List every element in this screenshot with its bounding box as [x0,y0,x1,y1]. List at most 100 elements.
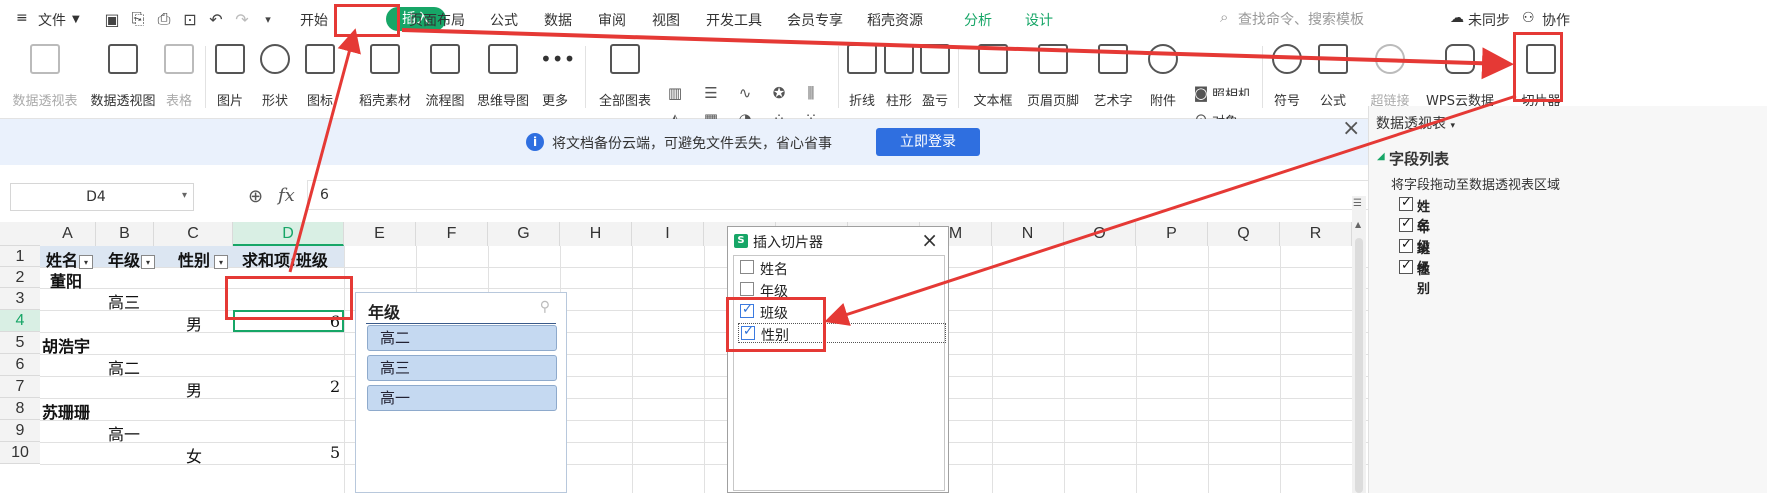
checkbox-checked[interactable] [1399,195,1413,211]
print-icon[interactable]: ⎙ [154,9,174,29]
quick-access-more-icon[interactable]: ▾ [258,9,278,29]
slicer-item[interactable]: 高二 [367,325,557,351]
column-header[interactable]: C [154,222,233,246]
row-header[interactable]: 8 [0,398,40,420]
stock-chart-icon[interactable]: ⫼ [800,84,822,102]
textbox-button[interactable]: 文本框 [973,44,1013,109]
column-header[interactable]: O [1064,222,1136,246]
icon-library-button[interactable]: 图标 [305,44,335,109]
tab-developer[interactable]: 开发工具 [706,10,762,30]
login-now-button[interactable]: 立即登录 [876,128,980,156]
name-box[interactable]: D4 ▾ [10,183,194,211]
tab-view[interactable]: 视图 [652,10,680,30]
cell-a5[interactable]: 胡浩宇 [42,333,90,357]
active-cell-d4[interactable]: 6 [233,310,344,332]
column-header[interactable]: I [632,222,704,246]
function-icon[interactable]: fx [278,185,295,206]
zoom-icon[interactable]: ⊕ [248,186,263,207]
radar-chart-icon[interactable]: ✪ [768,84,790,102]
sync-status[interactable]: 未同步 [1468,10,1510,30]
checkbox-checked[interactable] [1399,237,1413,253]
tab-review[interactable]: 审阅 [598,10,626,30]
mindmap-button[interactable]: 思维导图 [477,44,529,109]
row-header[interactable]: 2 [0,267,40,288]
checkbox-checked[interactable] [1399,216,1413,232]
picture-button[interactable]: 图片 [215,44,245,109]
sparkline-winloss-button[interactable]: 盈亏 [920,44,950,109]
attachment-button[interactable]: 附件 [1148,44,1178,109]
wordart-button[interactable]: 艺术字 [1093,44,1133,109]
cloud-sync-icon[interactable]: ☁ [1450,10,1464,26]
column-header[interactable]: H [560,222,632,246]
daoke-material-button[interactable]: 稻壳素材 [359,44,411,109]
field-option-gender[interactable]: 性别 [738,323,946,344]
collab-label[interactable]: 协作 [1542,10,1570,30]
checkbox-checked[interactable] [740,302,754,318]
line-chart-icon[interactable]: ∿ [734,84,756,102]
row-header[interactable]: 7 [0,376,40,398]
close-icon[interactable]: × [921,228,938,252]
cell-b3[interactable]: 高三 [108,289,140,313]
tab-data[interactable]: 数据 [544,10,572,30]
flowchart-button[interactable]: 流程图 [425,44,465,109]
column-header[interactable]: Q [1208,222,1280,246]
filter-dropdown-icon[interactable]: ▾ [79,254,94,269]
column-header[interactable]: E [344,222,416,246]
hyperlink-button[interactable]: 超链接 [1370,44,1410,109]
cell-b9[interactable]: 高一 [108,421,140,445]
sparkline-column-button[interactable]: 柱形 [884,44,914,109]
tab-design[interactable]: 设计 [1025,10,1053,30]
filter-dropdown-icon[interactable]: ▾ [141,254,156,269]
cell-d7[interactable]: 2 [330,377,340,396]
column-header-selected[interactable]: D [233,222,344,246]
filter-dropdown-icon[interactable]: ▾ [214,254,229,269]
row-header-selected[interactable]: 4 [0,310,40,332]
scroll-thumb[interactable] [1355,238,1363,493]
tab-formulas[interactable]: 公式 [490,10,518,30]
slicer-button[interactable]: 切片器 [1521,44,1561,109]
cell-d10[interactable]: 5 [330,443,340,462]
pivot-chart-button[interactable]: 数据透视图 [90,44,156,109]
slicer-item[interactable]: 高三 [367,355,557,381]
equation-button[interactable]: 公式 [1318,44,1348,109]
vertical-scrollbar[interactable]: ☰ ▲ [1352,196,1366,493]
table-button[interactable]: 表格 [164,44,194,109]
checkbox[interactable] [740,282,754,296]
field-option-name[interactable]: 姓名 [738,258,943,278]
all-charts-button[interactable]: 全部图表 [599,44,651,109]
column-header[interactable]: R [1280,222,1352,246]
row-header[interactable]: 9 [0,420,40,442]
more-button[interactable]: ••• 更多 [540,44,575,109]
column-header[interactable]: P [1136,222,1208,246]
slicer-item[interactable]: 高一 [367,385,557,411]
print-preview-icon[interactable]: ⊡ [180,9,200,29]
command-search[interactable]: ⌕ 查找命令、搜索模板 [1220,8,1480,30]
cell-b6[interactable]: 高二 [108,355,140,379]
checkbox-checked[interactable] [741,324,755,340]
tab-home[interactable]: 开始 [300,10,328,30]
hamburger-icon[interactable]: ≡ [16,10,28,26]
row-header[interactable]: 5 [0,332,40,354]
wps-cloud-data-button[interactable]: WPS云数据 [1426,44,1494,109]
column-header[interactable]: N [992,222,1064,246]
menu-file[interactable]: 文件 [38,10,66,30]
undo-icon[interactable]: ↶ [206,9,226,29]
row-header[interactable]: 6 [0,354,40,376]
sparkline-line-button[interactable]: 折线 [847,44,877,109]
close-icon[interactable]: × [1342,116,1360,141]
cell-c7[interactable]: 男 [186,377,202,401]
field-option-grade[interactable]: 年级 [738,280,943,300]
cell-c10[interactable]: 女 [186,443,202,467]
redo-icon[interactable]: ↷ [232,9,252,29]
row-header[interactable]: 3 [0,288,40,310]
save-icon[interactable]: ▣ [102,9,122,29]
camera-icon[interactable]: ◙ [1190,84,1212,102]
header-footer-button[interactable]: 页眉页脚 [1027,44,1079,109]
collab-icon[interactable]: ⚇ [1522,10,1535,26]
column-header[interactable]: A [40,222,96,246]
pivot-table-button[interactable]: 数据透视表 [12,44,78,109]
grade-slicer[interactable]: 年级 ⚲ 高二 高三 高一 [355,292,567,493]
chevron-down-icon[interactable]: ▾ [182,190,187,201]
clear-filter-icon[interactable]: ⚲ [540,299,550,315]
export-icon[interactable]: ⎘ [128,9,148,29]
